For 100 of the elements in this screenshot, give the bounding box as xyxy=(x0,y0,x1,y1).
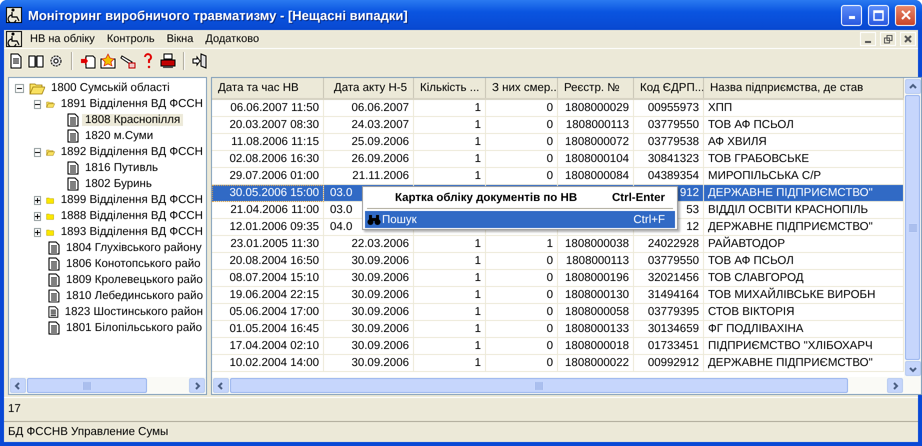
column-header[interactable]: Дата акту Н-5 xyxy=(324,78,414,98)
tree-item[interactable]: 1800 Сумській області xyxy=(48,82,173,94)
table-cell: ФГ ПОДЛІВАХІНА xyxy=(704,321,904,338)
table-cell: 1808000113 xyxy=(558,117,634,134)
table-cell: 0 xyxy=(486,168,558,185)
table-cell: ДЕРЖАВНЕ ПІДПРИЄМСТВО" xyxy=(704,185,904,202)
table-cell: 30.09.2006 xyxy=(324,355,414,372)
table-cell: 31494164 xyxy=(634,287,704,304)
table-cell: 1 xyxy=(414,117,486,134)
table-cell: 1808000072 xyxy=(558,134,634,151)
table-cell: 1808000022 xyxy=(558,355,634,372)
table-cell: 1 xyxy=(414,355,486,372)
column-header[interactable]: Кількість ... xyxy=(414,78,486,98)
table-cell: 24022928 xyxy=(634,236,704,253)
table-cell: 1808000038 xyxy=(558,236,634,253)
table-cell: 01.05.2004 16:45 xyxy=(212,321,324,338)
tree-item[interactable]: 1806 Конотопського райо xyxy=(63,258,204,270)
table-cell: 03779538 xyxy=(634,134,704,151)
table-cell: ВІДДІЛ ОСВІТИ КРАСНОПІЛЬ xyxy=(704,202,904,219)
table-cell: 03779395 xyxy=(634,304,704,321)
tree-item[interactable]: 1808 Краснопілля xyxy=(82,114,184,126)
table-cell: 30.09.2006 xyxy=(324,304,414,321)
tree-item[interactable]: 1820 м.Суми xyxy=(82,130,156,142)
table-cell: 1808000018 xyxy=(558,338,634,355)
table-cell: 17.04.2004 02:10 xyxy=(212,338,324,355)
table-cell: 0 xyxy=(486,270,558,287)
table-cell: 1 xyxy=(414,253,486,270)
table-cell: 1808000058 xyxy=(558,304,634,321)
table-cell: 0 xyxy=(486,287,558,304)
status-text: БД ФССНВ Управление Сумы xyxy=(8,426,168,438)
table-cell: 20.08.2004 16:50 xyxy=(212,253,324,270)
column-header[interactable]: Реєстр. № xyxy=(558,78,634,98)
table-cell: АФ ХВИЛЯ xyxy=(704,134,904,151)
tree-item[interactable]: 1816 Путивль xyxy=(82,162,162,174)
tree-item[interactable]: 1810 Лебединського райо xyxy=(62,290,206,302)
window-title: Моніторинг виробничого травматизму - [Нещасні випадки] xyxy=(28,8,409,22)
table-cell: 30134659 xyxy=(634,321,704,338)
column-header[interactable]: З них смер... xyxy=(486,78,558,98)
table-cell: ТОВ СЛАВГОРОД xyxy=(704,270,904,287)
menu-item[interactable]: Контроль xyxy=(102,33,159,45)
table-cell: 0 xyxy=(486,117,558,134)
table-cell: 1808000196 xyxy=(558,270,634,287)
column-header[interactable]: Код ЄДРП... xyxy=(634,78,704,98)
table-cell: 29.07.2006 01:00 xyxy=(212,168,324,185)
table-cell: 04389354 xyxy=(634,168,704,185)
table-cell: ТОВ МИХАЙЛІВСЬКЕ ВИРОБН xyxy=(704,287,904,304)
table-cell: 06.06.2007 11:50 xyxy=(212,100,324,117)
table-cell: 26.09.2006 xyxy=(324,151,414,168)
table-cell: 02.08.2006 16:30 xyxy=(212,151,324,168)
tree-item[interactable]: 1891 Відділення ВД ФССН xyxy=(58,98,206,110)
table-cell: 1 xyxy=(486,236,558,253)
table-cell: 24.03.2007 xyxy=(324,117,414,134)
table-cell: 10.02.2004 14:00 xyxy=(212,355,324,372)
column-header[interactable]: Дата та час НВ xyxy=(212,78,324,98)
table-cell: 1808000133 xyxy=(558,321,634,338)
table-cell: 1808000084 xyxy=(558,168,634,185)
table-cell: 30.09.2006 xyxy=(324,321,414,338)
table-cell: 1 xyxy=(414,321,486,338)
table-cell: ДЕРЖАВНЕ ПІДПРИЄМСТВО" xyxy=(704,355,904,372)
table-cell: 0 xyxy=(486,321,558,338)
table-cell: 0 xyxy=(486,134,558,151)
table-cell: 1808000104 xyxy=(558,151,634,168)
context-menu-item[interactable]: Пошук Ctrl+F xyxy=(365,211,675,228)
table-cell: 03779550 xyxy=(634,117,704,134)
table-cell: СТОВ ВІКТОРІЯ xyxy=(704,304,904,321)
table-cell: 22.03.2006 xyxy=(324,236,414,253)
table-cell: 01733451 xyxy=(634,338,704,355)
table-cell: 0 xyxy=(486,100,558,117)
table-cell: 06.06.2007 xyxy=(324,100,414,117)
table-cell: 25.09.2006 xyxy=(324,134,414,151)
table-cell: МИРОПІЛЬСЬКА С/Р xyxy=(704,168,904,185)
table-cell: 1808000029 xyxy=(558,100,634,117)
tree-item[interactable]: 1802 Буринь xyxy=(82,178,155,190)
table-cell: 1 xyxy=(414,134,486,151)
table-cell: РАЙАВТОДОР xyxy=(704,236,904,253)
table-cell: 30.09.2006 xyxy=(324,270,414,287)
table-cell: 30.05.2006 15:00 xyxy=(212,185,324,202)
table-cell: ТОВ АФ ПСЬОЛ xyxy=(704,253,904,270)
tree-item[interactable]: 1892 Відділення ВД ФССН xyxy=(58,146,206,158)
table-cell: ДЕРЖАВНЕ ПІДПРИЄМСТВО" xyxy=(704,219,904,236)
table-cell: 0 xyxy=(486,304,558,321)
table-cell: ТОВ АФ ПСЬОЛ xyxy=(704,117,904,134)
tree-item[interactable]: 1893 Відділення ВД ФССН xyxy=(58,226,206,238)
table-cell: 12.01.2006 09:35 xyxy=(212,219,324,236)
table-cell: 20.03.2007 08:30 xyxy=(212,117,324,134)
table-cell: ХПП xyxy=(704,100,904,117)
tree-item[interactable]: 1823 Шостинського район xyxy=(62,306,206,318)
tree-item[interactable]: 1888 Відділення ВД ФССН xyxy=(58,210,206,222)
table-cell: 1 xyxy=(414,151,486,168)
tree-item[interactable]: 1801 Білопільського райо xyxy=(63,322,206,334)
table-cell: 00955973 xyxy=(634,100,704,117)
table-cell: 0 xyxy=(486,338,558,355)
tree-item[interactable]: 1899 Відділення ВД ФССН xyxy=(58,194,206,206)
tree-item[interactable]: 1809 Кролевецького райо xyxy=(63,274,206,286)
menu-item[interactable]: Додатково xyxy=(201,33,264,45)
menu-item[interactable]: Вікна xyxy=(162,33,198,45)
tree-item[interactable]: 1804 Глухівського району xyxy=(63,242,205,254)
table-cell: 11.08.2006 11:15 xyxy=(212,134,324,151)
menu-item[interactable]: НВ на обліку xyxy=(26,33,99,45)
table-cell: 21.04.2006 11:00 xyxy=(212,202,324,219)
